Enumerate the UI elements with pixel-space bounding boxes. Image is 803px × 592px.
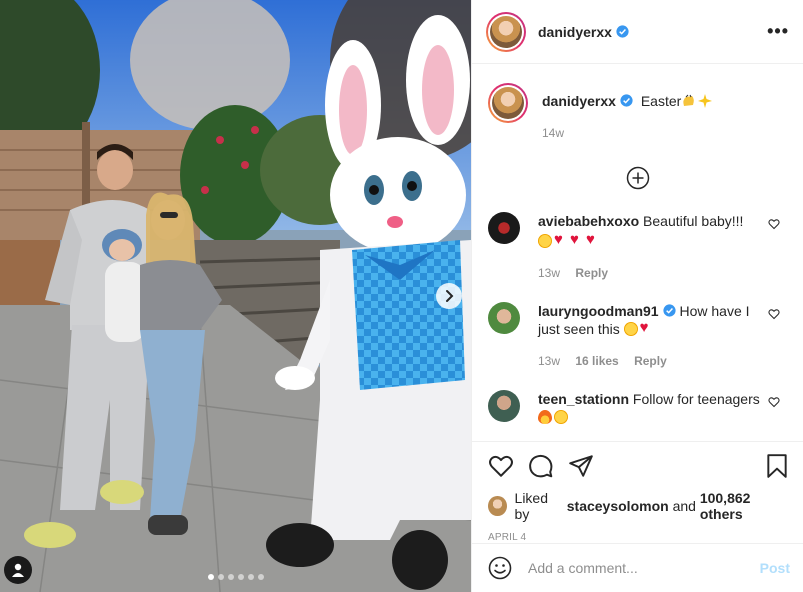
commenter-username[interactable]: teen_stationn bbox=[538, 391, 629, 407]
add-comment-bar: Post bbox=[472, 543, 803, 592]
post-details-panel: danidyerxx ••• danidyerxx Easter 14w avi… bbox=[471, 0, 803, 592]
caption-author-avatar[interactable] bbox=[488, 83, 528, 123]
fire-emoji-icon bbox=[538, 410, 552, 424]
commenter-username[interactable]: aviebabehxoxo bbox=[538, 213, 639, 229]
carousel-dot bbox=[247, 574, 254, 580]
liker-username[interactable]: staceysolomon bbox=[567, 498, 669, 514]
post-actions: Liked by staceysolomon and 100,862 other… bbox=[472, 441, 803, 543]
comment-item: aviebabehxoxo Beautiful baby!!! 13w Repl… bbox=[488, 212, 788, 282]
comment-time[interactable]: 13w bbox=[538, 354, 560, 368]
emoji-smile-icon[interactable] bbox=[488, 556, 512, 580]
post-date[interactable]: APRIL 4 bbox=[488, 532, 790, 543]
plus-circle-icon[interactable] bbox=[626, 166, 650, 190]
carousel-dot bbox=[207, 574, 214, 580]
comments-section[interactable]: danidyerxx Easter 14w aviebabehxoxo Beau… bbox=[472, 65, 803, 441]
comment-item: teen_stationn Follow for teenagers bbox=[488, 390, 788, 426]
share-paper-plane-icon[interactable] bbox=[568, 453, 594, 479]
post-timestamp[interactable]: 14w bbox=[542, 124, 713, 142]
clapping-hands-emoji-icon bbox=[683, 94, 695, 106]
comment-likes-count[interactable]: 16 likes bbox=[575, 354, 618, 368]
load-more-comments[interactable] bbox=[488, 166, 788, 190]
author-avatar[interactable] bbox=[486, 11, 526, 52]
verified-badge-icon bbox=[620, 94, 633, 107]
liker-avatar[interactable] bbox=[488, 496, 507, 516]
carousel-dot bbox=[217, 574, 224, 580]
commenter-avatar[interactable] bbox=[488, 302, 520, 334]
next-photo-button[interactable] bbox=[436, 283, 462, 309]
easter-photo-illustration bbox=[0, 0, 471, 592]
save-bookmark-icon[interactable] bbox=[764, 453, 790, 479]
likes-conjunction: and bbox=[672, 498, 696, 514]
likes-summary: Liked by staceysolomon and 100,862 other… bbox=[488, 490, 790, 522]
reply-button[interactable]: Reply bbox=[634, 354, 667, 368]
carousel-indicator bbox=[0, 574, 471, 580]
likes-prefix: Liked by bbox=[514, 490, 548, 522]
comment-item: lauryngoodman91 How have I just seen thi… bbox=[488, 302, 788, 370]
like-heart-icon[interactable] bbox=[488, 453, 514, 479]
more-options-button[interactable]: ••• bbox=[767, 21, 789, 42]
commenter-username[interactable]: lauryngoodman91 bbox=[538, 303, 659, 319]
like-comment-heart-icon[interactable] bbox=[768, 308, 780, 320]
comment-text: Beautiful baby!!! bbox=[643, 213, 744, 229]
reply-button[interactable]: Reply bbox=[575, 266, 608, 280]
red-heart-emoji-icon bbox=[570, 231, 584, 249]
star-struck-emoji-icon bbox=[623, 322, 638, 336]
verified-badge-icon bbox=[663, 304, 676, 317]
star-struck-emoji-icon bbox=[538, 234, 552, 248]
red-heart-emoji-icon bbox=[586, 231, 600, 249]
star-struck-emoji-icon bbox=[554, 410, 568, 424]
caption-username[interactable]: danidyerxx bbox=[542, 93, 616, 109]
chevron-right-icon bbox=[446, 290, 454, 302]
author-username[interactable]: danidyerxx bbox=[538, 24, 612, 40]
commenter-avatar[interactable] bbox=[488, 390, 520, 422]
verified-badge-icon bbox=[616, 25, 629, 38]
carousel-dot bbox=[237, 574, 244, 580]
post-comment-button[interactable]: Post bbox=[760, 560, 790, 576]
carousel-dot bbox=[257, 574, 264, 580]
red-heart-emoji-icon bbox=[640, 319, 654, 337]
commenter-avatar[interactable] bbox=[488, 212, 520, 244]
comment-bubble-icon[interactable] bbox=[528, 453, 554, 479]
likes-count[interactable]: 100,862 others bbox=[700, 490, 790, 522]
comment-text: Follow for teenagers bbox=[632, 391, 760, 407]
post-photo[interactable] bbox=[0, 0, 471, 592]
red-heart-emoji-icon bbox=[554, 231, 568, 249]
comment-input[interactable] bbox=[528, 560, 760, 576]
post-caption: danidyerxx Easter 14w bbox=[488, 65, 788, 142]
caption-text: Easter bbox=[640, 93, 682, 109]
sparkles-emoji-icon bbox=[698, 94, 713, 108]
comment-time[interactable]: 13w bbox=[538, 266, 560, 280]
post-header: danidyerxx ••• bbox=[472, 0, 803, 64]
carousel-dot bbox=[227, 574, 234, 580]
like-comment-heart-icon[interactable] bbox=[768, 218, 780, 230]
like-comment-heart-icon[interactable] bbox=[768, 396, 780, 408]
